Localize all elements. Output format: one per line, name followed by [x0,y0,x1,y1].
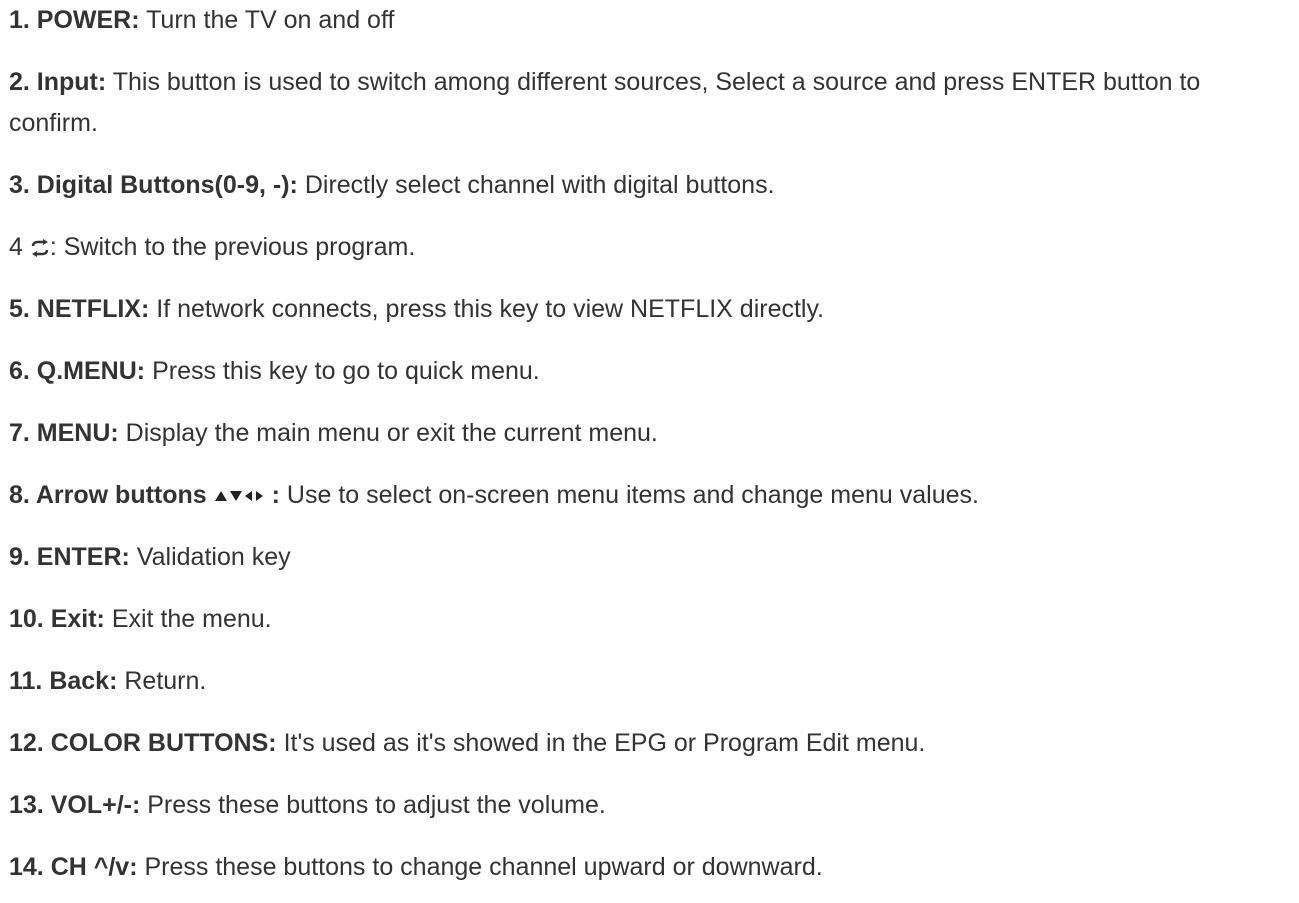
entry-description: If network connects, press this key to v… [149,295,825,323]
entry-description: Press these buttons to adjust the volume… [140,791,606,819]
entry-label: 13. VOL+/-: [9,791,141,819]
entry-description: Use to select on-screen menu items and c… [279,481,979,509]
entry-label: 7. MENU: [9,419,119,447]
entry-description: Turn the TV on and off [139,6,395,34]
list-item-digital-buttons: 3. Digital Buttons(0-9, -): Directly sel… [9,165,1291,206]
list-item-q-menu: 6. Q.MENU: Press this key to go to quick… [9,351,1291,392]
list-item-ch: 14. CH ^/v: Press these buttons to chang… [9,847,1291,888]
arrow-keys-icon [214,489,272,503]
list-item-vol: 13. VOL+/-: Press these buttons to adjus… [9,785,1291,826]
entry-prefix: 4 [9,233,30,261]
entry-label: 10. Exit: [9,605,105,633]
list-item-power: 1. POWER: Turn the TV on and off [9,0,1291,41]
list-item-input: 2. Input: This button is used to switch … [9,62,1291,144]
entry-label: 3. Digital Buttons(0-9, -): [9,171,298,199]
entry-description: It's used as it's showed in the EPG or P… [276,729,926,757]
list-item-color-buttons: 12. COLOR BUTTONS: It's used as it's sho… [9,723,1291,764]
list-item-arrow-buttons: 8. Arrow buttons : Use to select on-scre… [9,475,1291,516]
entry-label: 11. Back: [9,667,118,695]
entry-label: 14. CH ^/v: [9,853,138,881]
entry-description: Press these buttons to change channel up… [137,853,823,881]
list-item-previous-program: 4 : Switch to the previous program. [9,227,1291,268]
entry-description: : Switch to the previous program. [49,233,416,261]
list-item-netflix: 5. NETFLIX: If network connects, press t… [9,289,1291,330]
entry-label-suffix: : [271,481,280,509]
entry-description: Validation key [129,543,291,571]
entry-label: 12. COLOR BUTTONS: [9,729,277,757]
entry-description: Display the main menu or exit the curren… [118,419,658,447]
entry-label: 1. POWER: [9,6,140,34]
entry-description: Return. [117,667,207,695]
list-item-menu: 7. MENU: Display the main menu or exit t… [9,413,1291,454]
remote-buttons-list: 1. POWER: Turn the TV on and off 2. Inpu… [0,0,1299,903]
entry-label: 9. ENTER: [9,543,130,571]
entry-label: 8. Arrow buttons [9,481,207,509]
list-item-exit: 10. Exit: Exit the menu. [9,599,1291,640]
list-item-enter: 9. ENTER: Validation key [9,537,1291,578]
entry-description: This button is used to switch among diff… [9,68,1201,137]
swap-arrows-icon [30,239,50,258]
list-item-back: 11. Back: Return. [9,661,1291,702]
entry-label: 6. Q.MENU: [9,357,146,385]
entry-label: 2. Input: [9,68,107,96]
entry-description: Exit the menu. [104,605,272,633]
entry-description: Directly select channel with digital but… [297,171,775,199]
entry-label: 5. NETFLIX: [9,295,150,323]
entry-description: Press this key to go to quick menu. [145,357,540,385]
